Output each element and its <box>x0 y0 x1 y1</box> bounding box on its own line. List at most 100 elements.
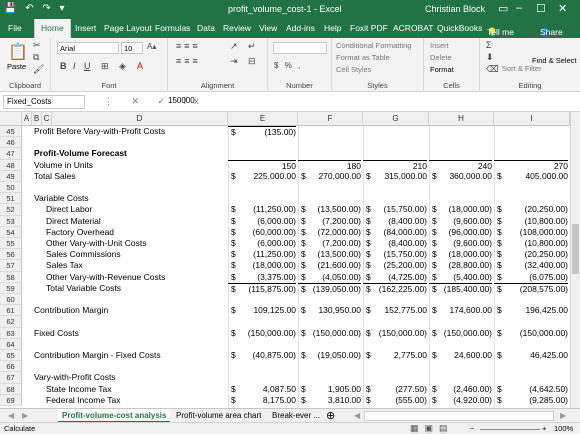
find-select-button[interactable]: Find & Select <box>532 56 577 65</box>
value-cell[interactable]: $ (9,600.00) <box>429 216 492 227</box>
wrap-text-icon[interactable]: ↵ <box>248 41 256 52</box>
row-header[interactable]: 52 <box>0 204 22 216</box>
value-cell[interactable]: $315,000.00 <box>363 171 427 182</box>
orientation-icon[interactable]: ↗ <box>230 41 238 52</box>
tab-view[interactable]: View <box>259 23 277 33</box>
value-cell[interactable]: $ (18,000.00) <box>429 204 492 215</box>
value-cell[interactable]: $ (28,800.00) <box>429 260 492 271</box>
number-format-select[interactable] <box>273 42 327 54</box>
value-cell[interactable]: $109,125.00 <box>228 305 296 316</box>
maximize-icon[interactable]: ☐ <box>536 2 546 15</box>
row-label[interactable]: Variable Costs <box>34 193 89 204</box>
row-label[interactable]: Direct Labor <box>46 204 92 215</box>
zoom-slider[interactable] <box>480 429 540 430</box>
value-cell[interactable]: $ (18,000.00) <box>228 260 296 271</box>
table-row[interactable]: 55 Other Vary-with-Unit Costs $ (6,000.00) $… <box>0 238 570 250</box>
table-row[interactable]: 45 Profit Before Vary-with-Profit Costs $(… <box>0 126 570 138</box>
row-label[interactable]: Federal Income Tax <box>46 395 121 406</box>
value-cell[interactable] <box>494 126 568 137</box>
table-row[interactable]: 51 Variable Costs <box>0 193 570 205</box>
horizontal-align-icons[interactable]: ≡≡≡ <box>176 56 201 66</box>
value-cell[interactable]: 210 <box>363 159 427 171</box>
table-row[interactable]: 56 Sales Commissions $ (11,250.00) $ (13,500.… <box>0 249 570 261</box>
borders-icon[interactable]: ⊞ <box>101 61 109 72</box>
cell-styles-button[interactable]: Cell Styles <box>336 65 371 74</box>
number-format-icons[interactable]: $ % , <box>274 61 302 70</box>
row-header[interactable]: 58 <box>0 271 22 283</box>
vertical-align-icons[interactable]: ≡≡≡ <box>176 41 201 51</box>
value-cell[interactable]: $ (135.00) <box>228 126 296 137</box>
value-cell[interactable]: $ (9,285.00) <box>494 395 568 406</box>
row-header[interactable]: 65 <box>0 350 22 362</box>
row-header[interactable]: 57 <box>0 260 22 272</box>
row-header[interactable]: 67 <box>0 372 22 384</box>
row-header[interactable]: 56 <box>0 249 22 261</box>
value-cell[interactable]: $405,000.00 <box>494 171 568 182</box>
indent-icon[interactable]: ⇥ <box>230 56 238 67</box>
value-cell[interactable]: $ (96,000.00) <box>429 227 492 238</box>
value-cell[interactable]: $ (15,750.00) <box>363 249 427 260</box>
table-row[interactable]: 47 Profit-Volume Forecast <box>0 148 570 160</box>
row-label[interactable]: Sales Tax <box>46 260 83 271</box>
value-cell[interactable]: $ (8,400.00) <box>363 238 427 249</box>
table-row[interactable]: 46 <box>0 137 570 149</box>
delete-cells-button[interactable]: Delete <box>430 53 452 62</box>
row-label[interactable]: Contribution Margin - Fixed Costs <box>34 350 161 361</box>
value-cell[interactable]: $ (2,460.00) <box>429 384 492 395</box>
value-cell[interactable]: $ (4,642.50) <box>494 384 568 395</box>
format-cells-button[interactable]: Format <box>430 65 454 74</box>
row-header[interactable]: 54 <box>0 226 22 238</box>
merge-center-icon[interactable]: ⊟ <box>248 56 256 67</box>
user-name[interactable]: Christian Block <box>425 4 485 14</box>
tab-insert[interactable]: Insert <box>75 23 96 33</box>
value-cell[interactable]: $ (185,400.00) <box>429 282 492 294</box>
row-label[interactable]: Total Variable Costs <box>46 283 121 294</box>
row-label[interactable]: Direct Material <box>46 216 101 227</box>
row-header[interactable]: 46 <box>0 137 22 149</box>
prev-sheet-icon[interactable]: ◀ <box>4 409 18 423</box>
minimize-icon[interactable]: – <box>516 2 522 14</box>
value-cell[interactable]: $174,600.00 <box>429 305 492 316</box>
format-painter-icon[interactable]: 🖌 <box>33 64 44 75</box>
value-cell[interactable]: $ (208,575.00) <box>494 282 568 294</box>
col-header-f[interactable]: F <box>298 112 363 126</box>
value-cell[interactable]: $360,000.00 <box>429 171 492 182</box>
table-row[interactable]: 49 Total Sales $225,000.00 $270,000.00 $315,… <box>0 170 570 182</box>
row-header[interactable]: 64 <box>0 338 22 350</box>
row-header[interactable]: 61 <box>0 305 22 317</box>
format-as-table-button[interactable]: Format as Table <box>336 53 390 62</box>
ribbon-display-icon[interactable]: ▭ <box>498 2 508 15</box>
name-box[interactable]: Fixed_Costs <box>3 95 85 109</box>
value-cell[interactable]: $ (40,875.00) <box>228 350 296 361</box>
next-sheet-icon[interactable]: ▶ <box>18 409 32 423</box>
value-cell[interactable]: $46,425.00 <box>494 350 568 361</box>
table-row[interactable]: 50 <box>0 182 570 194</box>
zoom-out-icon[interactable]: − <box>470 424 474 433</box>
table-row[interactable]: 63 Fixed Costs $ (150,000.00) $ (150,000.00) $… <box>0 327 570 339</box>
value-cell[interactable]: $ (72,000.00) <box>298 227 361 238</box>
value-cell[interactable] <box>429 126 492 137</box>
value-cell[interactable]: $ (277.50) <box>363 384 427 395</box>
value-cell[interactable]: $ (7,200.00) <box>298 216 361 227</box>
sheet-tab-break-even[interactable]: Break-ever ... <box>268 409 324 423</box>
hscroll-right-icon[interactable]: ▶ <box>556 409 570 423</box>
sheet-tab-profit-volume-cost-analysis[interactable]: Profit-volume-cost analysis <box>58 409 171 423</box>
row-header[interactable]: 49 <box>0 170 22 182</box>
horizontal-scrollbar[interactable] <box>364 411 554 421</box>
table-row[interactable]: 68 State Income Tax $4,087.50 $1,905.00 $ (27… <box>0 383 570 395</box>
value-cell[interactable]: $1,905.00 <box>298 384 361 395</box>
col-header-h[interactable]: H <box>429 112 494 126</box>
col-header-i[interactable]: I <box>494 112 570 126</box>
value-cell[interactable]: $152,775.00 <box>363 305 427 316</box>
row-header[interactable]: 69 <box>0 394 22 406</box>
value-cell[interactable]: $270,000.00 <box>298 171 361 182</box>
value-cell[interactable]: 240 <box>429 159 492 171</box>
value-cell[interactable]: $ (11,250.00) <box>228 204 296 215</box>
col-header-b[interactable]: B <box>32 112 42 126</box>
zoom-in-icon[interactable]: + <box>542 424 546 433</box>
copy-icon[interactable]: ⧉ <box>33 52 39 63</box>
row-header[interactable]: 66 <box>0 361 22 373</box>
fill-color-icon[interactable]: ◈ <box>119 61 126 72</box>
close-icon[interactable]: ✕ <box>558 2 567 15</box>
value-cell[interactable]: $ (4,050.00) <box>298 272 361 283</box>
